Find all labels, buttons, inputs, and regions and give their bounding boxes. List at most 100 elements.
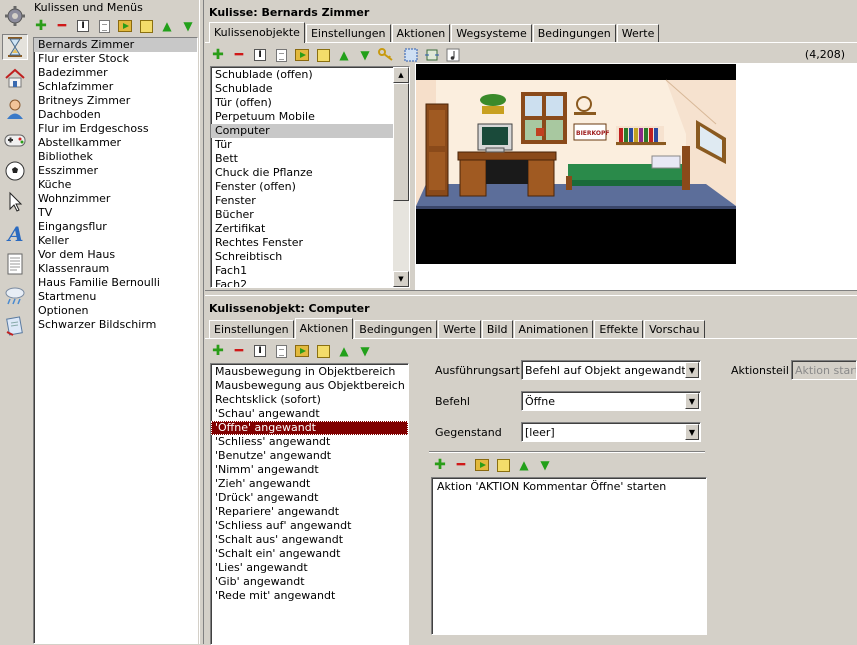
run-icon[interactable] (116, 17, 134, 35)
vertical-splitter[interactable] (199, 0, 204, 644)
move-down-icon[interactable]: ▼ (536, 456, 554, 474)
kulisse-item[interactable]: Bibliothek (34, 150, 197, 164)
copy-icon[interactable] (272, 342, 290, 360)
add-icon[interactable]: ✚ (209, 46, 227, 64)
scene-object-item[interactable]: Schublade (offen) (211, 68, 409, 82)
object-tab-6[interactable]: Effekte (594, 320, 644, 338)
kulisse-item[interactable]: Klassenraum (34, 262, 197, 276)
befehl-select[interactable]: Öffne ▼ (521, 391, 701, 411)
kulisse-item[interactable]: Abstellkammer (34, 136, 197, 150)
move-down-icon[interactable]: ▼ (179, 17, 197, 35)
kulisse-item[interactable]: Keller (34, 234, 197, 248)
scene-tab-4[interactable]: Bedingungen (532, 24, 616, 42)
remove-icon[interactable]: ━ (53, 17, 71, 35)
scene-image[interactable]: BIERKOPF (416, 64, 736, 264)
run-icon[interactable] (293, 46, 311, 64)
scene-object-item[interactable]: Computer (211, 124, 409, 138)
event-item[interactable]: 'Drück' angewandt (211, 491, 408, 505)
gamepad-icon[interactable] (2, 127, 28, 153)
move-up-icon[interactable]: ▲ (335, 342, 353, 360)
events-list[interactable]: Mausbewegung in Objektbereich Mausbewegun… (210, 363, 409, 645)
event-item[interactable]: 'Zieh' angewandt (211, 477, 408, 491)
gear-icon[interactable] (2, 3, 28, 29)
kulisse-item[interactable]: Britneys Zimmer (34, 94, 197, 108)
scene-objects-list[interactable]: Schublade (offen) Schublade Tür (offen) Per… (210, 66, 410, 288)
move-up-icon[interactable]: ▲ (335, 46, 353, 64)
music-icon[interactable] (444, 46, 462, 64)
event-item[interactable]: 'Nimm' angewandt (211, 463, 408, 477)
key-icon[interactable] (377, 46, 395, 64)
scroll-down-button[interactable]: ▼ (393, 271, 409, 287)
object-tab-7[interactable]: Vorschau (644, 320, 705, 338)
kulisse-item[interactable]: Wohnzimmer (34, 192, 197, 206)
scene-object-item[interactable]: Bücher (211, 208, 409, 222)
event-item[interactable]: 'Lies' angewandt (211, 561, 408, 575)
scene-object-item[interactable]: Chuck die Pflanze (211, 166, 409, 180)
object-tab-4[interactable]: Bild (481, 320, 513, 338)
kulisse-item[interactable]: Eingangsflur (34, 220, 197, 234)
scene-object-item[interactable]: Tür (211, 138, 409, 152)
move-up-icon[interactable]: ▲ (158, 17, 176, 35)
rename-icon[interactable]: I (74, 17, 92, 35)
kulisse-item[interactable]: TV (34, 206, 197, 220)
run-icon[interactable] (473, 456, 491, 474)
note-icon[interactable] (494, 456, 512, 474)
scene-preview-area[interactable]: BIERKOPF (415, 63, 857, 291)
kulisse-item[interactable]: Flur erster Stock (34, 52, 197, 66)
event-item[interactable]: Mausbewegung aus Objektbereich (211, 379, 408, 393)
scene-object-item[interactable]: Fach1 (211, 264, 409, 278)
event-item[interactable]: 'Gib' angewandt (211, 575, 408, 589)
event-item[interactable]: 'Schliess' angewandt (211, 435, 408, 449)
object-tab-1[interactable]: Aktionen (294, 318, 354, 339)
object-tab-5[interactable]: Animationen (513, 320, 594, 338)
add-icon[interactable]: ✚ (431, 456, 449, 474)
scene-object-item[interactable]: Rechtes Fenster (211, 236, 409, 250)
select-area-icon[interactable] (402, 46, 420, 64)
objects-scrollbar[interactable]: ▲ ▼ (393, 67, 409, 287)
kulisse-item[interactable]: Schlafzimmer (34, 80, 197, 94)
ausfuehrungsart-select[interactable]: Befehl auf Objekt angewandt ▼ (521, 360, 701, 380)
kulisse-item[interactable]: Optionen (34, 304, 197, 318)
document-icon[interactable] (2, 251, 28, 277)
remove-icon[interactable]: ━ (230, 342, 248, 360)
event-item[interactable]: 'Schalt aus' angewandt (211, 533, 408, 547)
chevron-down-icon[interactable]: ▼ (685, 393, 699, 409)
fit-icon[interactable] (423, 46, 441, 64)
scene-object-item[interactable]: Schreibtisch (211, 250, 409, 264)
action-item[interactable]: Aktion 'AKTION Kommentar Öffne' starten (432, 478, 706, 493)
run-icon[interactable] (293, 342, 311, 360)
scene-tab-0[interactable]: Kulissenobjekte (209, 22, 305, 43)
object-tab-3[interactable]: Werte (438, 320, 481, 338)
gegenstand-select[interactable]: [leer] ▼ (521, 422, 701, 442)
object-tab-2[interactable]: Bedingungen (354, 320, 438, 338)
kulisse-item[interactable]: Badezimmer (34, 66, 197, 80)
script-icon[interactable] (2, 313, 28, 339)
move-up-icon[interactable]: ▲ (515, 456, 533, 474)
scene-tab-1[interactable]: Einstellungen (305, 24, 391, 42)
add-icon[interactable]: ✚ (209, 342, 227, 360)
kulisse-item[interactable]: Schwarzer Bildschirm (34, 318, 197, 332)
kulisse-item[interactable]: Flur im Erdgeschoss (34, 122, 197, 136)
scene-object-item[interactable]: Bett (211, 152, 409, 166)
object-tab-0[interactable]: Einstellungen (209, 320, 294, 338)
scene-object-item[interactable]: Fenster (offen) (211, 180, 409, 194)
scene-object-item[interactable]: Zertifikat (211, 222, 409, 236)
event-item[interactable]: Rechtsklick (sofort) (211, 393, 408, 407)
actions-list[interactable]: Aktion 'AKTION Kommentar Öffne' starten (431, 477, 707, 635)
kulissen-list[interactable]: Bernards Zimmer Flur erster Stock Badezimm… (33, 37, 198, 644)
event-item[interactable]: Mausbewegung in Objektbereich (211, 365, 408, 379)
note-icon[interactable] (137, 17, 155, 35)
kulisse-item[interactable]: Esszimmer (34, 164, 197, 178)
cursor-icon[interactable] (2, 189, 28, 215)
scene-tab-3[interactable]: Wegsysteme (451, 24, 532, 42)
scroll-up-button[interactable]: ▲ (393, 67, 409, 83)
font-icon[interactable]: A (2, 220, 28, 246)
copy-icon[interactable] (272, 46, 290, 64)
scroll-thumb[interactable] (393, 83, 409, 201)
remove-icon[interactable]: ━ (230, 46, 248, 64)
scene-object-item[interactable]: Fach2 (211, 278, 409, 287)
kulisse-item[interactable]: Dachboden (34, 108, 197, 122)
house-icon[interactable] (2, 65, 28, 91)
weather-icon[interactable] (2, 282, 28, 308)
ball-icon[interactable] (2, 158, 28, 184)
